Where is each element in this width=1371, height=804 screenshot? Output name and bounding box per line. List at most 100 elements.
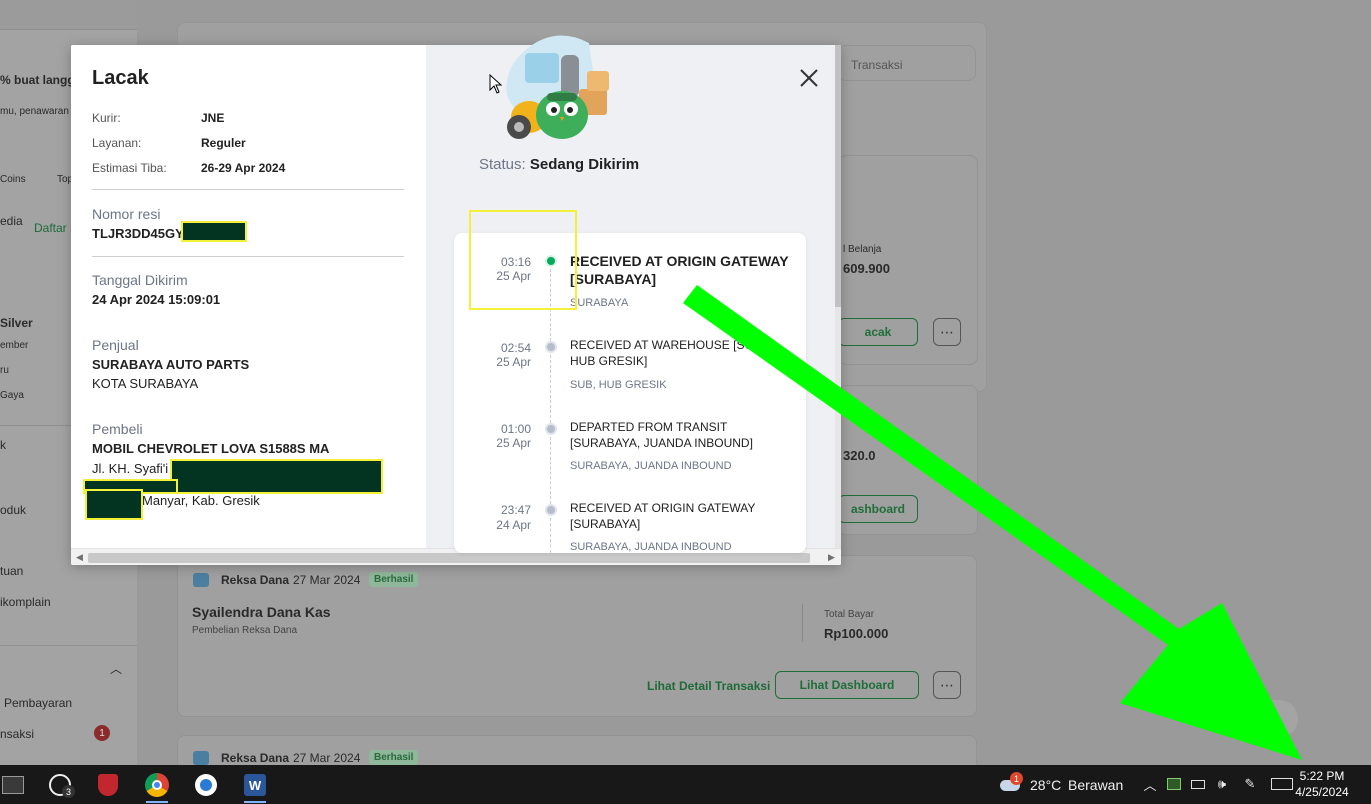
timeline-date: 25 Apr — [496, 436, 531, 450]
status-badge-2: Berhasil — [369, 750, 419, 765]
dashboard-button-2[interactable]: Lihat Dashboard — [775, 671, 919, 699]
taskbar: 3 W 1 28°C Berawan ︿ 🕪 ✎ 5:22 PM 4/25/20… — [0, 765, 1371, 804]
reksa-dana-label: Reksa Dana — [221, 573, 290, 587]
timeline-time: 02:54 — [500, 341, 531, 355]
pembeli-name: MOBIL CHEVROLET LOVA S1588S MA — [92, 441, 330, 456]
promo-text: % buat langga — [0, 73, 82, 87]
timeline-location: SURABAYA, JUANDA INBOUND — [570, 460, 732, 472]
more-options-button[interactable]: ⋯ — [933, 318, 961, 346]
taskbar-app-chrome-icon[interactable] — [140, 771, 174, 803]
reksa-dana-label-2: Reksa Dana — [221, 751, 290, 765]
member-label[interactable]: ember — [0, 340, 28, 351]
taskbar-app-snip-icon[interactable] — [0, 771, 30, 799]
layanan-value: Reguler — [201, 136, 246, 150]
timeline-connector — [550, 518, 551, 553]
sidebar-item-produk[interactable]: oduk — [0, 503, 26, 517]
shipment-details-pane: Lacak Kurir: JNE Layanan: Reguler Estima… — [71, 45, 426, 548]
timeline-connector — [550, 437, 551, 504]
total-belanja-value: 609.900 — [843, 261, 890, 276]
amount-2: 320.0 — [843, 448, 876, 463]
fund-name[interactable]: Syailendra Dana Kas — [192, 604, 331, 620]
more-options-button-2[interactable]: ⋯ — [933, 671, 961, 699]
reksa-dana-date: 27 Mar 2024 — [293, 573, 361, 587]
sidebar-item-k[interactable]: k — [0, 438, 6, 452]
sidebar-item-pembayaran[interactable]: Pembayaran — [4, 696, 72, 710]
timeline-connector — [550, 355, 551, 423]
app-badge: 3 — [62, 785, 75, 798]
estimasi-value: 26-29 Apr 2024 — [201, 161, 286, 175]
taskbar-app-browser-icon[interactable] — [189, 771, 223, 799]
scroll-left-arrow-icon[interactable]: ◀ — [76, 552, 83, 563]
penjual-city: KOTA SURABAYA — [92, 376, 199, 391]
search-transaction-input[interactable]: Transaksi — [838, 45, 976, 81]
resi-value[interactable]: TLJR3DD45GY — [92, 226, 184, 241]
reksa-dana-icon-2 — [193, 751, 209, 765]
taskbar-clock[interactable]: 5:22 PM 4/25/2024 — [1287, 768, 1357, 800]
notification-badge: 1 — [94, 725, 110, 741]
media-label: edia — [0, 214, 23, 228]
chat-button[interactable]: t — [1248, 700, 1298, 738]
redaction-box-2 — [170, 459, 383, 494]
annotation-highlight-box — [469, 210, 577, 310]
status-label: Status: — [479, 156, 526, 173]
pen-icon[interactable]: ✎ — [1241, 775, 1259, 793]
penjual-name: SURABAYA AUTO PARTS — [92, 357, 250, 372]
section-divider — [92, 189, 404, 190]
sidebar-item-bantuan[interactable]: tuan — [0, 564, 23, 578]
taskbar-app-word-icon[interactable]: W — [238, 771, 272, 803]
daftar-link[interactable]: Daftar — [34, 221, 67, 235]
gaya-label[interactable]: Gaya — [0, 390, 24, 401]
taskbar-app-antivirus-icon[interactable] — [91, 771, 125, 799]
section-divider-2 — [92, 256, 404, 257]
timeline-dot — [545, 423, 557, 435]
tanggal-value: 24 Apr 2024 15:09:01 — [92, 292, 221, 307]
clock-date: 4/25/2024 — [1295, 785, 1349, 799]
ru-label[interactable]: ru — [0, 365, 9, 376]
kurir-value: JNE — [201, 111, 225, 125]
fund-subtitle: Pembelian Reksa Dana — [192, 625, 298, 636]
reksa-dana-icon — [193, 573, 209, 587]
status-value: Sedang Dikirim — [529, 156, 640, 173]
detail-transaksi-link[interactable]: Lihat Detail Transaksi — [647, 679, 770, 693]
show-hidden-icons-chevron-icon[interactable]: ︿ — [1141, 775, 1159, 793]
close-icon[interactable] — [796, 65, 822, 91]
chevron-up-icon[interactable]: ︿ — [110, 660, 122, 677]
silver-label: Silver — [0, 316, 33, 330]
horizontal-scrollbar-thumb[interactable] — [88, 553, 810, 563]
lacak-button[interactable]: acak — [838, 318, 918, 346]
total-belanja-label: l Belanja — [843, 244, 882, 255]
card-divider — [802, 604, 803, 642]
coins-label[interactable]: Coins — [0, 174, 26, 185]
tanggal-label: Tanggal Dikirim — [92, 272, 188, 288]
dashboard-button-1[interactable]: ashboard — [838, 495, 918, 523]
sidebar-item-transaksi[interactable]: nsaksi — [0, 727, 34, 741]
timeline-time: 23:47 — [500, 503, 531, 517]
modal-title: Lacak — [92, 67, 149, 89]
kurir-label: Kurir: — [92, 111, 121, 125]
taskbar-app-whatsapp-icon[interactable]: 3 — [43, 771, 77, 799]
vertical-scrollbar[interactable] — [835, 45, 841, 548]
timeline-time: 01:00 — [500, 422, 531, 436]
tray-app-icon[interactable] — [1165, 775, 1183, 793]
scroll-right-arrow-icon[interactable]: ▶ — [828, 552, 835, 563]
weather-temperature[interactable]: 28°C — [1030, 777, 1061, 793]
pembeli-address-line2: Manyar, Kab. Gresik — [142, 493, 260, 508]
timeline-title: RECEIVED AT ORIGIN GATEWAY [SURABAYA] — [570, 253, 789, 287]
timeline-location: SURABAYA, JUANDA INBOUND — [570, 541, 732, 553]
layanan-label: Layanan: — [92, 136, 142, 150]
weather-description[interactable]: Berawan — [1068, 777, 1123, 793]
timeline-date: 25 Apr — [496, 355, 531, 369]
status-badge: Berhasil — [369, 572, 419, 587]
weather-badge: 1 — [1010, 772, 1023, 785]
timeline-dot — [545, 504, 557, 516]
vertical-scrollbar-thumb[interactable] — [835, 45, 841, 307]
weather-cloud-icon[interactable]: 1 — [998, 772, 1023, 792]
pembeli-address-line1: Jl. KH. Syafi'i — [92, 461, 169, 476]
timeline-date: 24 Apr — [496, 518, 531, 532]
volume-icon[interactable]: 🕪 — [1213, 775, 1231, 793]
timeline-location: SUB, HUB GRESIK — [570, 379, 667, 391]
sidebar-item-dikomplain[interactable]: ikomplain — [0, 595, 51, 609]
network-icon[interactable] — [1189, 775, 1207, 793]
resi-label: Nomor resi — [92, 206, 161, 222]
reksa-dana-date-2: 27 Mar 2024 — [293, 751, 361, 765]
